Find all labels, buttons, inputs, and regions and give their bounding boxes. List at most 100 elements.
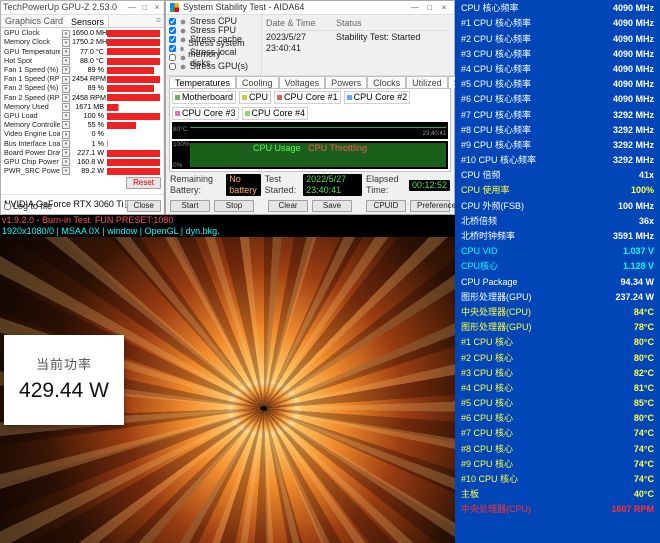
sensor-bar [107, 159, 161, 166]
chevron-down-icon[interactable]: ▾ [62, 48, 70, 56]
chevron-down-icon[interactable]: ▾ [62, 39, 70, 47]
preferences-button[interactable]: Preferences [410, 200, 450, 212]
sensor-bar [107, 140, 161, 147]
maximize-icon[interactable]: □ [139, 3, 149, 13]
metric-value: 74°C [634, 474, 654, 485]
sensor-bar [107, 168, 161, 175]
metric-value: 4090 MHz [613, 18, 654, 29]
test-info: Date & TimeStatus 2023/5/27 23:40:41Stab… [261, 15, 454, 75]
legend-cpu-throttling: CPU Throttling [305, 143, 370, 153]
stop-button[interactable]: Stop [214, 200, 254, 212]
sensor-value: 89.2 W [72, 167, 105, 176]
sensor-label: Video Engine Load [4, 130, 60, 139]
metric-name: CPU 倍频 [461, 170, 501, 181]
chevron-down-icon[interactable]: ▾ [62, 57, 70, 65]
chevron-down-icon[interactable]: ▾ [62, 85, 70, 93]
stress-checkbox[interactable]: Stress GPU(s) [169, 62, 258, 71]
tab-sensors[interactable]: Sensors [67, 15, 109, 27]
tab-cooling-fans[interactable]: Cooling Fans [236, 76, 279, 88]
tab-powers[interactable]: Powers [325, 76, 367, 88]
power-label: 当前功率 [36, 357, 92, 373]
metric-value: 3292 MHz [613, 155, 654, 166]
metric-value: 78°C [634, 322, 654, 333]
tab-graphics-card[interactable]: Graphics Card [1, 15, 67, 27]
sensor-bar [107, 131, 161, 138]
metric-value: 3292 MHz [613, 140, 654, 151]
save-button[interactable]: Save [312, 200, 352, 212]
sensor-label: Fan 1 Speed (%) [4, 66, 60, 75]
metric-name: #6 CPU 核心频率 [461, 94, 531, 105]
metric-name: 图形处理器(GPU) [461, 292, 532, 303]
col-status: Status [336, 18, 362, 29]
chevron-down-icon[interactable]: ▾ [62, 167, 70, 175]
col-date: Date & Time [266, 18, 336, 29]
aida-titlebar[interactable]: System Stability Test - AIDA64 — □ × [166, 1, 454, 15]
close-icon[interactable]: × [152, 3, 162, 13]
tab-voltages[interactable]: Voltages [279, 76, 326, 88]
chevron-down-icon[interactable]: ▾ [62, 112, 70, 120]
hamburger-icon[interactable]: ≡ [153, 15, 164, 27]
tab-clocks[interactable]: Clocks [367, 76, 406, 88]
chevron-down-icon[interactable]: ▾ [62, 131, 70, 139]
sensor-label: Fan 1 Speed (RPM) [4, 75, 60, 84]
monitor-row: #1 CPU 核心80°C [461, 335, 654, 350]
metric-name: #5 CPU 核心频率 [461, 79, 531, 90]
gpuz-titlebar[interactable]: TechPowerUp GPU-Z 2.53.0 — □ × [1, 1, 164, 15]
metric-name: #4 CPU 核心频率 [461, 64, 531, 75]
chevron-down-icon[interactable]: ▾ [62, 103, 70, 111]
chevron-down-icon[interactable]: ▾ [62, 149, 70, 157]
sensor-bar [107, 58, 161, 65]
legend-item[interactable]: CPU Core #1 [274, 91, 341, 104]
tab-temperatures[interactable]: Temperatures [169, 76, 236, 88]
tab-utilized[interactable]: Utilized [406, 76, 448, 88]
close-icon[interactable]: × [438, 3, 450, 13]
monitor-row: #7 CPU 核心频率3292 MHz [461, 107, 654, 122]
sensor-value: 77.0 °C [72, 48, 105, 57]
monitor-row: #2 CPU 核心频率4090 MHz [461, 31, 654, 46]
cpuid-button[interactable]: CPUID [366, 200, 406, 212]
start-button[interactable]: Start [170, 200, 210, 212]
maximize-icon[interactable]: □ [423, 3, 435, 13]
metric-name: CPU 使用率 [461, 185, 510, 196]
sensor-bar [107, 104, 161, 111]
sensor-label: GPU Temperature [4, 48, 60, 57]
clear-button[interactable]: Clear [268, 200, 308, 212]
chevron-down-icon[interactable]: ▾ [62, 66, 70, 74]
usage-graph: 100% 0% CPU Usage CPU Throttling [172, 141, 448, 169]
sensor-label: Fan 2 Speed (%) [4, 84, 60, 93]
chevron-down-icon[interactable]: ▾ [62, 30, 70, 38]
sensor-bar [107, 113, 161, 120]
temp-legend: MotherboardCPUCPU Core #1CPU Core #2 CPU … [172, 91, 448, 120]
monitor-row: 图形处理器(GPU)237.24 W [461, 290, 654, 305]
legend-item[interactable]: CPU Core #2 [344, 91, 411, 104]
chevron-down-icon[interactable]: ▾ [62, 140, 70, 148]
legend-item[interactable]: Motherboard [172, 91, 236, 104]
metric-value: 36x [639, 216, 654, 227]
metric-value: 81°C [634, 383, 654, 394]
legend-item[interactable]: CPU [239, 91, 271, 104]
legend-item[interactable]: CPU Core #3 [172, 107, 239, 120]
chevron-down-icon[interactable]: ▾ [62, 76, 70, 84]
metric-name: 中央处理器(CPU) [461, 307, 531, 318]
chevron-down-icon[interactable]: ▾ [62, 94, 70, 102]
monitor-row: 中央处理器(CPU)84°C [461, 305, 654, 320]
sensor-bar [107, 150, 161, 157]
reset-button[interactable]: Reset [126, 177, 161, 189]
log-to-file-checkbox[interactable]: Log to file [4, 201, 52, 212]
metric-name: 图形处理器(GPU) [461, 322, 532, 333]
sensor-bar [107, 48, 161, 55]
sensor-row: Memory Controller Load▾55 % [4, 121, 161, 130]
close-button[interactable]: Close [127, 200, 161, 212]
button-row: Start Stop Clear Save CPUID Preferences [166, 198, 454, 214]
chevron-down-icon[interactable]: ▾ [62, 158, 70, 166]
legend-item[interactable]: CPU Core #4 [242, 107, 309, 120]
minimize-icon[interactable]: — [127, 3, 137, 13]
aida-window: System Stability Test - AIDA64 — □ × Str… [165, 0, 455, 215]
monitor-row: #9 CPU 核心74°C [461, 457, 654, 472]
sensor-label: GPU Load [4, 112, 60, 121]
sensor-row: Video Engine Load▾0 % [4, 130, 161, 139]
monitor-row: 北桥倍频36x [461, 214, 654, 229]
minimize-icon[interactable]: — [409, 3, 421, 13]
metric-name: #4 CPU 核心 [461, 383, 513, 394]
chevron-down-icon[interactable]: ▾ [62, 121, 70, 129]
